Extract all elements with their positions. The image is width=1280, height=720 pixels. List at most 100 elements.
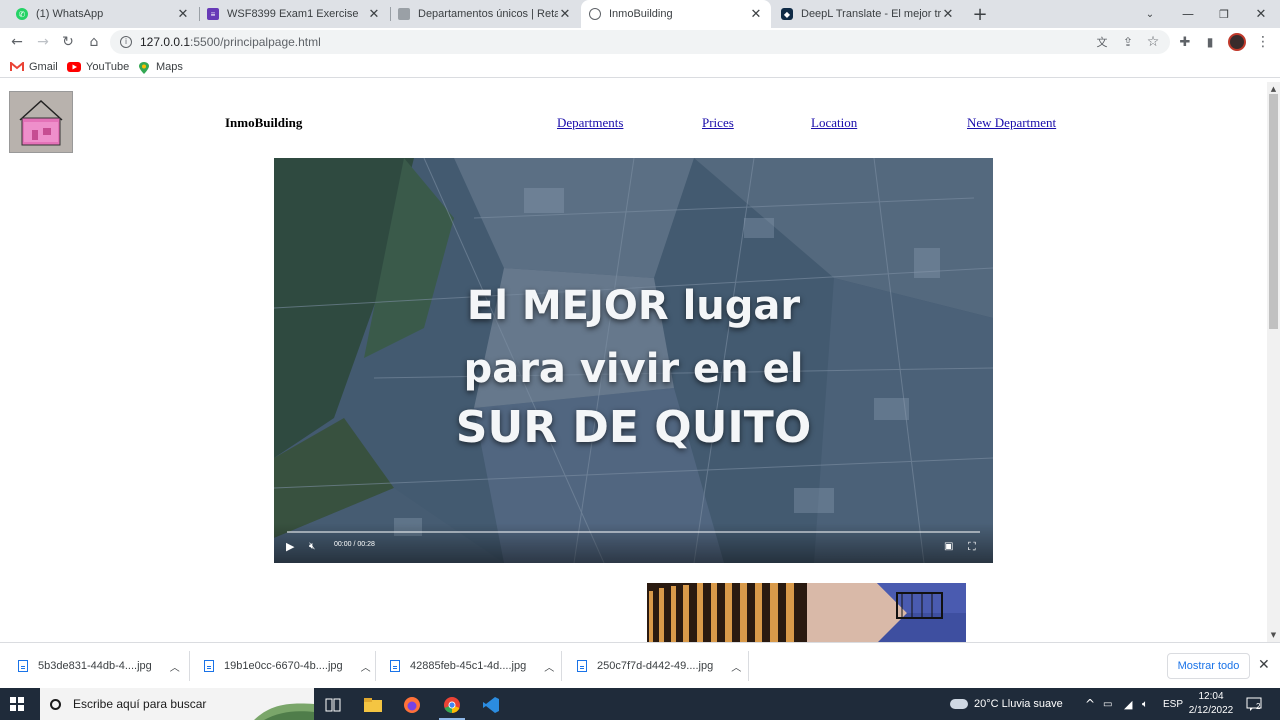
page-scrollbar[interactable]: ▲ ▼	[1267, 82, 1280, 642]
bookmark-star-icon[interactable]: ☆	[1141, 30, 1165, 54]
video-progress-bar[interactable]	[287, 531, 980, 533]
home-icon[interactable]: ⌂	[82, 30, 106, 54]
nav-link-departments[interactable]: Departments	[557, 115, 623, 131]
bookmark-maps[interactable]: Maps	[137, 59, 183, 75]
file-icon	[390, 660, 400, 672]
site-logo[interactable]	[9, 91, 73, 153]
download-item[interactable]: 42885feb-45c1-4d....jpg ︿	[390, 651, 554, 681]
forward-arrow-icon[interactable]: →	[31, 30, 55, 54]
building-photo	[647, 583, 966, 642]
tab-deepl[interactable]: ◆ DeepL Translate - El mejor tradu ✕	[773, 0, 963, 28]
gmail-icon	[10, 60, 24, 72]
chevron-up-icon[interactable]: ︿	[361, 659, 371, 674]
download-item[interactable]: 19b1e0cc-6670-4b....jpg ︿	[204, 651, 371, 681]
language-indicator[interactable]: ESP	[1163, 688, 1183, 720]
file-icon	[577, 660, 587, 672]
video-caption-line-2: para vivir en el	[463, 346, 804, 392]
tab-title: WSF8399 Exam1 Exercise	[227, 8, 359, 20]
scroll-down-arrow-icon[interactable]: ▼	[1267, 630, 1280, 640]
maps-icon	[137, 62, 151, 74]
video-controls: ▶ 🔇︎ 00:00 / 00:28 ▣ ⛶	[274, 523, 993, 563]
forms-icon: ≡	[207, 8, 219, 20]
download-item[interactable]: 5b3de831-44db-4....jpg ︿	[18, 651, 180, 681]
reload-icon[interactable]: ↻	[56, 30, 80, 54]
nav-link-new-department[interactable]: New Department	[967, 115, 1056, 131]
close-icon[interactable]: ✕	[367, 7, 381, 22]
taskbar-search[interactable]: Escribe aquí para buscar	[40, 688, 314, 720]
video-caption-line-3: SUR DE QUITO	[455, 402, 812, 453]
file-icon	[18, 660, 28, 672]
close-icon[interactable]: ✕	[941, 7, 955, 22]
minimize-button[interactable]: —	[1174, 0, 1202, 28]
bookmark-youtube[interactable]: YouTube	[67, 59, 129, 75]
system-clock[interactable]: 12:04 2/12/2022	[1186, 690, 1236, 718]
picture-in-picture-icon[interactable]: ▣	[944, 540, 953, 554]
file-icon	[204, 660, 214, 672]
globe-icon	[589, 8, 601, 20]
scroll-up-arrow-icon[interactable]: ▲	[1267, 84, 1280, 94]
close-icon[interactable]: ✕	[176, 7, 190, 22]
tab-title: (1) WhatsApp	[36, 8, 104, 20]
video-time: 00:00 / 00:28	[334, 541, 375, 548]
youtube-icon	[67, 62, 81, 72]
close-icon[interactable]: ✕	[558, 7, 572, 22]
window-close-button[interactable]: ✕	[1247, 0, 1275, 28]
chevron-up-icon[interactable]: ︿	[170, 659, 180, 674]
tab-strip: ✆ (1) WhatsApp ✕ ≡ WSF8399 Exam1 Exercis…	[0, 0, 1280, 28]
task-view-icon[interactable]	[314, 692, 352, 718]
mute-icon[interactable]: 🔇︎	[309, 540, 315, 554]
tab-exam[interactable]: ≡ WSF8399 Exam1 Exercise ✕	[199, 0, 389, 28]
profile-avatar[interactable]	[1225, 30, 1249, 54]
brand-name: InmoBuilding	[225, 115, 303, 130]
firefox-icon[interactable]	[393, 692, 431, 718]
download-divider	[189, 651, 190, 681]
tab-search-chevron-icon[interactable]: ⌄	[1136, 0, 1164, 28]
file-explorer-icon[interactable]	[354, 692, 392, 718]
weather-widget[interactable]: 20°C Lluvia suave	[950, 688, 1063, 720]
new-tab-button[interactable]: +	[966, 0, 994, 28]
windows-start-icon[interactable]	[10, 697, 24, 711]
cloud-rain-icon	[950, 699, 968, 709]
vscode-icon[interactable]	[472, 692, 510, 718]
download-item[interactable]: 250c7f7d-d442-49....jpg ︿	[577, 651, 741, 681]
close-icon[interactable]: ✕	[1258, 657, 1270, 673]
play-icon[interactable]: ▶	[286, 540, 294, 554]
chevron-up-icon[interactable]: ^	[1085, 688, 1095, 720]
tab-inmobuilding[interactable]: InmoBuilding ✕	[581, 0, 771, 28]
tab-whatsapp[interactable]: ✆ (1) WhatsApp ✕	[8, 0, 198, 28]
tab-departamentos[interactable]: Departamentos únicos | Retamo ✕	[390, 0, 580, 28]
notifications-icon[interactable]: 2	[1246, 688, 1262, 720]
side-panel-icon[interactable]: ▮	[1198, 30, 1222, 54]
address-bar[interactable]: i 127.0.0.1:5500/principalpage.html	[110, 30, 1170, 54]
promo-video[interactable]: El MEJOR lugar para vivir en el SUR DE Q…	[274, 158, 993, 563]
translate-icon[interactable]: 文	[1090, 30, 1114, 54]
page-icon	[398, 8, 410, 20]
tab-title: DeepL Translate - El mejor tradu	[801, 8, 941, 20]
download-divider	[561, 651, 562, 681]
extensions-puzzle-icon[interactable]: ✚	[1173, 30, 1197, 54]
url-text: 127.0.0.1:5500/principalpage.html	[140, 35, 321, 49]
show-all-downloads-button[interactable]: Mostrar todo	[1167, 653, 1250, 679]
whatsapp-icon: ✆	[16, 8, 28, 20]
meet-now-icon[interactable]: ▭	[1103, 688, 1112, 720]
nav-link-prices[interactable]: Prices	[702, 115, 734, 131]
volume-muted-icon[interactable]: 🔈︎	[1142, 688, 1148, 720]
download-divider	[748, 651, 749, 681]
bookmark-gmail[interactable]: Gmail	[10, 59, 58, 75]
network-icon[interactable]: ◢	[1124, 688, 1132, 720]
back-arrow-icon[interactable]: ←	[5, 30, 29, 54]
chevron-up-icon[interactable]: ︿	[731, 659, 741, 674]
chevron-up-icon[interactable]: ︿	[544, 659, 554, 674]
tab-title: InmoBuilding	[609, 8, 673, 20]
bookmarks-bar: Gmail YouTube Maps	[0, 56, 1280, 78]
video-caption-line-1: El MEJOR lugar	[466, 283, 801, 329]
fullscreen-icon[interactable]: ⛶	[968, 540, 976, 554]
site-info-icon[interactable]: i	[120, 36, 132, 48]
close-icon[interactable]: ✕	[749, 7, 763, 22]
restore-button[interactable]: ❐	[1210, 0, 1238, 28]
chrome-icon[interactable]	[433, 692, 471, 720]
nav-link-location[interactable]: Location	[811, 115, 857, 131]
share-icon[interactable]: ⇪	[1116, 30, 1140, 54]
menu-kebab-icon[interactable]: ⋮	[1251, 30, 1275, 54]
scrollbar-thumb[interactable]	[1269, 94, 1278, 329]
